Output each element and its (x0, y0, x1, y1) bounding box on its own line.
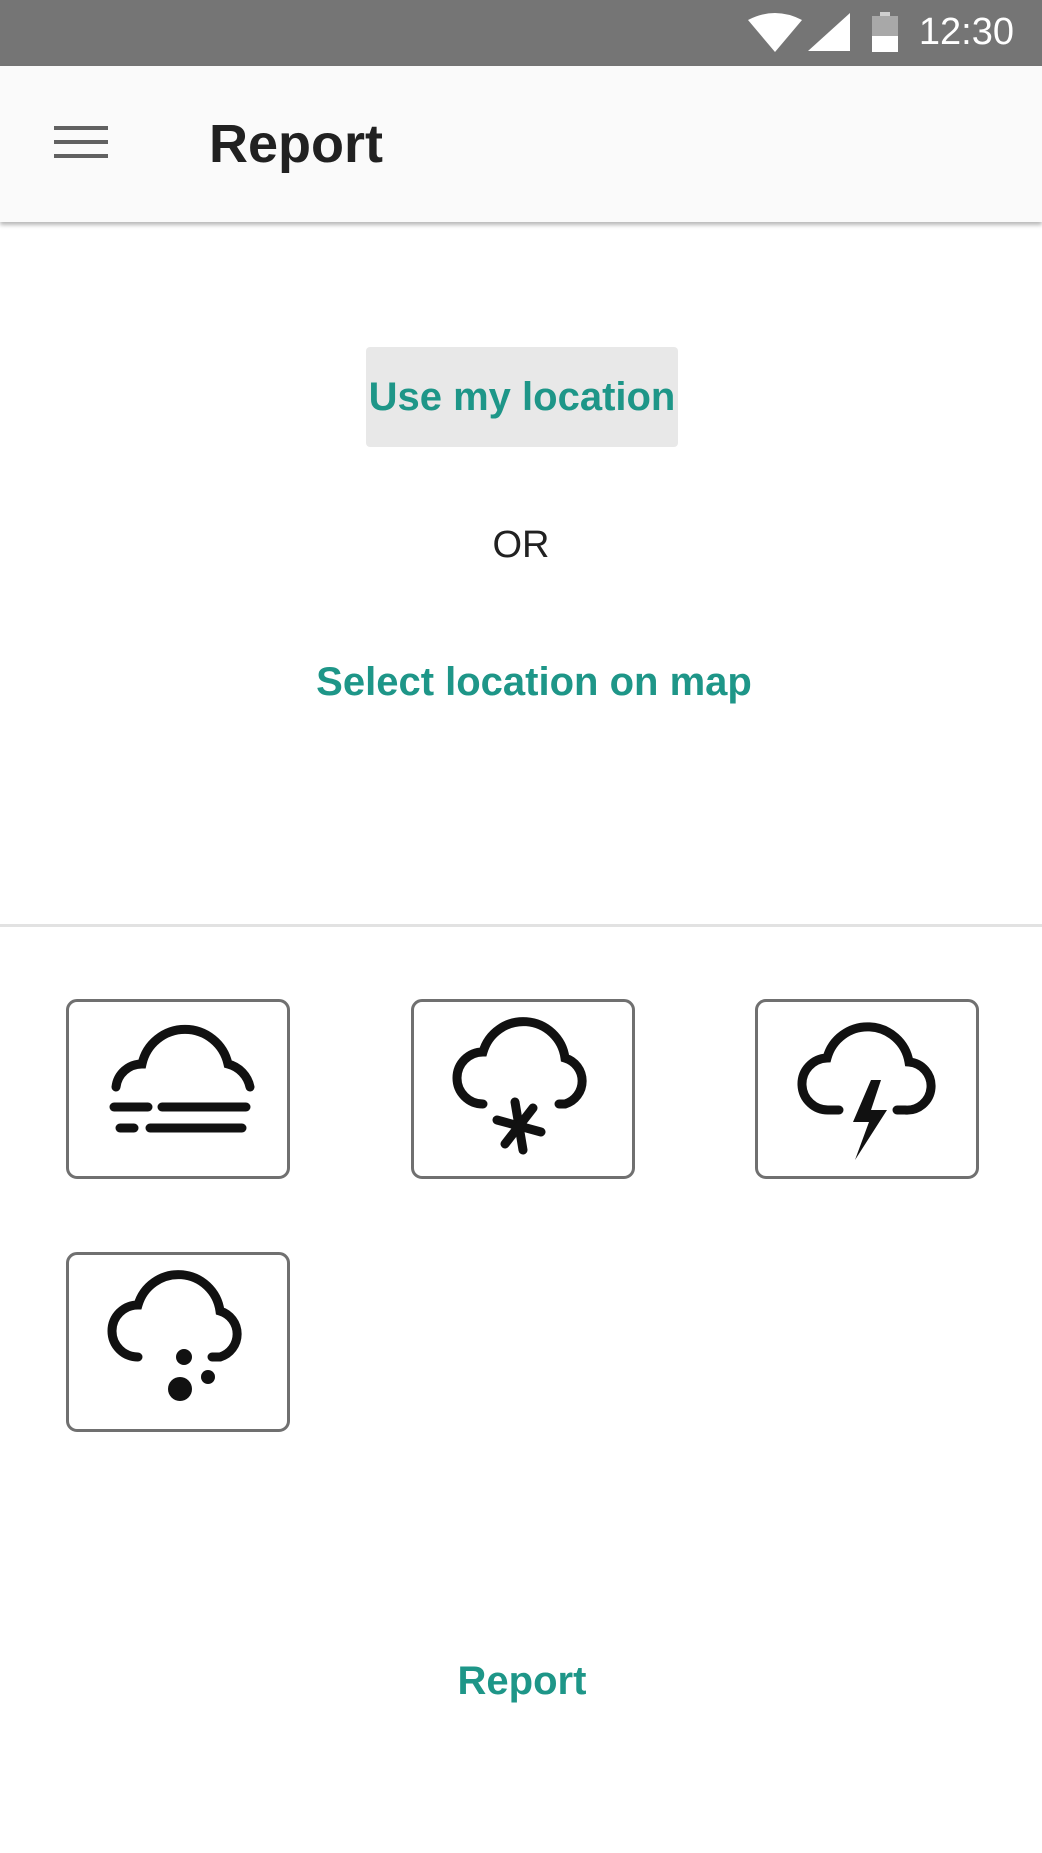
menu-button[interactable] (38, 108, 124, 180)
use-my-location-label: Use my location (368, 374, 676, 419)
weather-option-hail[interactable] (66, 1252, 290, 1432)
report-button[interactable]: Report (0, 1655, 1042, 1707)
or-separator-label: OR (492, 524, 550, 566)
app-bar: Report (0, 66, 1042, 222)
thunderstorm-icon (797, 1022, 936, 1160)
snow-icon (452, 1017, 587, 1155)
use-my-location-button[interactable]: Use my location (366, 347, 678, 447)
fog-icon (109, 1024, 255, 1133)
battery-icon (872, 12, 898, 57)
hail-icon (107, 1270, 242, 1401)
divider (0, 924, 1042, 927)
select-location-on-map-link[interactable]: Select location on map (0, 656, 1042, 708)
wifi-icon (748, 12, 802, 57)
weather-option-thunderstorm[interactable] (755, 999, 979, 1179)
status-time: 12:30 (918, 11, 1014, 53)
cell-signal-icon (808, 13, 850, 56)
page-title: Report (209, 114, 383, 174)
weather-option-fog[interactable] (66, 999, 290, 1179)
hamburger-menu-icon (54, 124, 108, 165)
status-bar: 12:30 (0, 0, 1042, 66)
weather-option-snow[interactable] (411, 999, 635, 1179)
